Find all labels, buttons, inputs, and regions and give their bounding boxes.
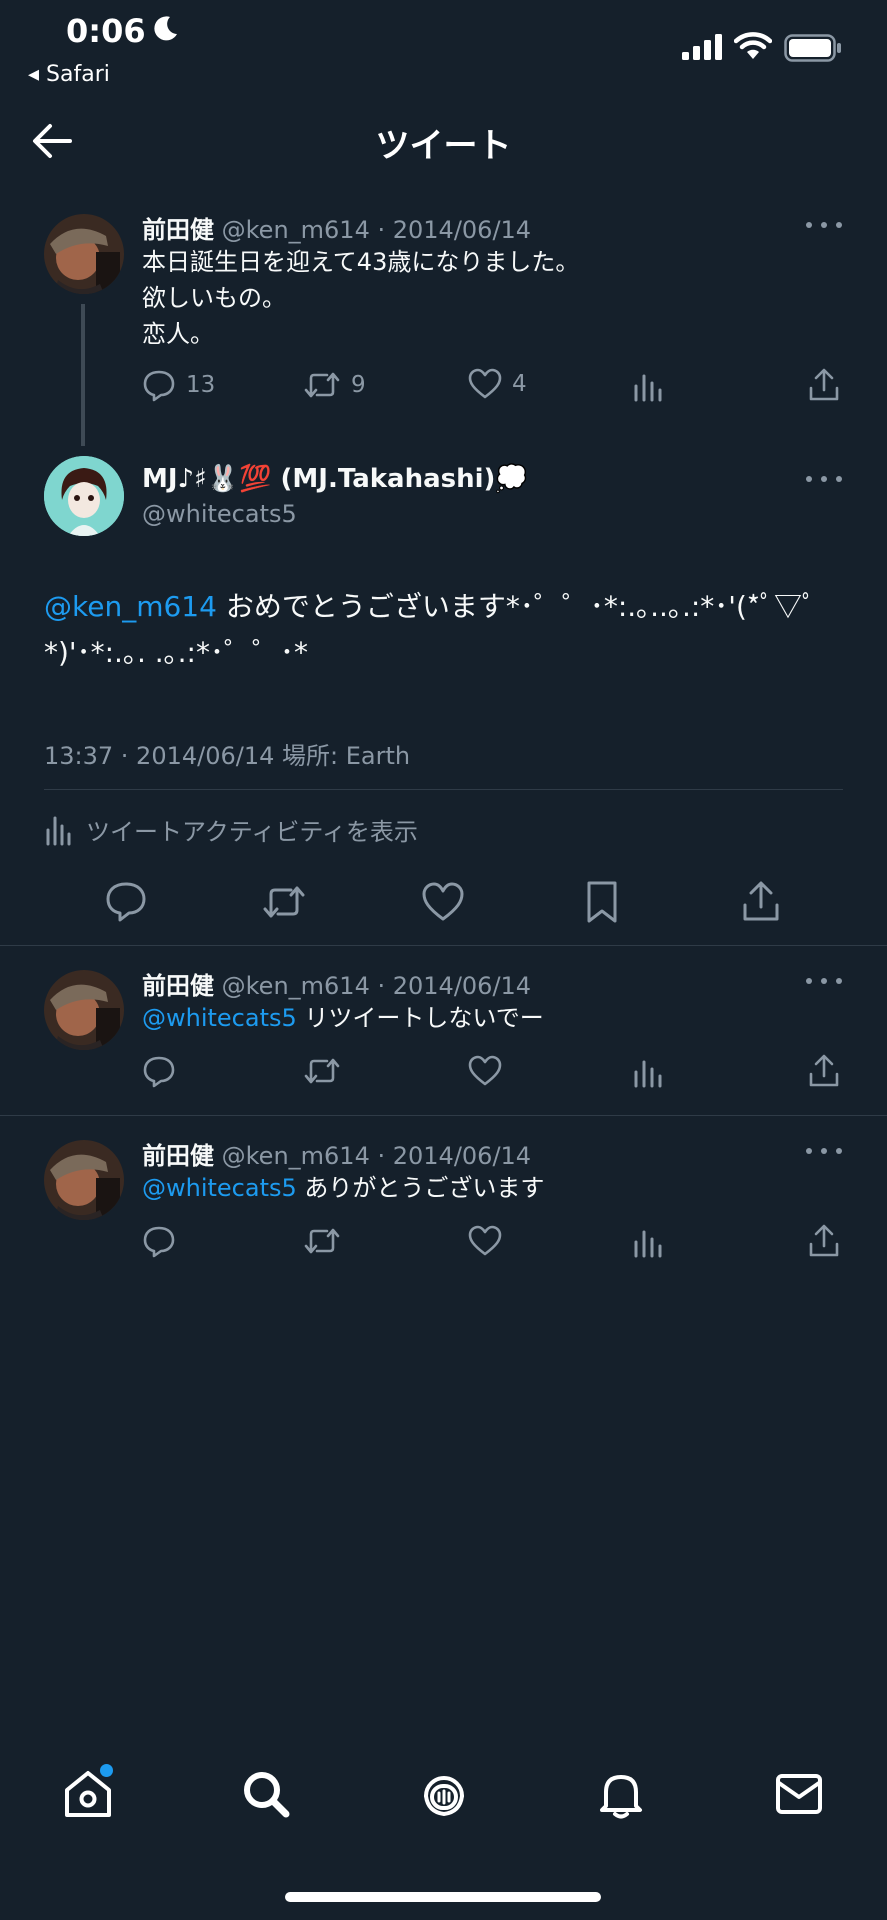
like-button[interactable]: 4	[468, 368, 527, 400]
tweet-text-line: ありがとうございます	[296, 1174, 545, 1202]
mention-link[interactable]: @whitecats5	[142, 1004, 297, 1032]
mention-link[interactable]: @whitecats5	[142, 1174, 297, 1202]
avatar[interactable]	[44, 456, 124, 536]
avatar[interactable]	[44, 1140, 124, 1220]
more-options-icon[interactable]	[806, 1145, 842, 1157]
reply-icon[interactable]	[142, 1224, 176, 1258]
author-handle[interactable]: @whitecats5	[142, 500, 297, 528]
analytics-icon[interactable]	[632, 1058, 664, 1088]
tweet-text: @whitecats5 リツイートしないでー	[142, 1000, 544, 1036]
page-title: ツイート	[375, 126, 512, 166]
retweet-icon	[304, 372, 340, 398]
reply-button[interactable]: 13	[142, 368, 215, 402]
analytics-icon[interactable]	[632, 372, 664, 402]
divider	[44, 789, 843, 790]
more-options-icon[interactable]	[806, 473, 842, 485]
back-to-safari-link[interactable]: ◂ Safari	[28, 62, 110, 87]
reply-icon[interactable]	[104, 880, 148, 922]
avatar[interactable]	[44, 970, 124, 1050]
share-icon[interactable]	[808, 1054, 840, 1088]
divider	[0, 945, 887, 946]
home-badge-dot	[100, 1764, 113, 1777]
share-icon[interactable]	[741, 880, 781, 922]
cellular-signal-icon	[682, 34, 722, 60]
more-options-icon[interactable]	[806, 219, 842, 231]
home-indicator[interactable]	[285, 1892, 601, 1902]
messages-icon[interactable]	[774, 1772, 824, 1816]
spaces-icon[interactable]	[418, 1766, 470, 1820]
heart-icon[interactable]	[468, 1225, 502, 1257]
avatar[interactable]	[44, 214, 124, 294]
more-options-icon[interactable]	[806, 975, 842, 987]
heart-icon[interactable]	[421, 882, 465, 922]
tweet-activity-link[interactable]: ツイートアクティビティを表示	[44, 812, 418, 847]
battery-icon	[784, 34, 841, 62]
author-name[interactable]: 前田健	[142, 1142, 214, 1170]
tweet-activity-label: ツイートアクティビティを表示	[86, 818, 418, 846]
retweet-icon[interactable]	[303, 1224, 341, 1258]
thread-connector-line	[81, 304, 85, 446]
heart-icon	[468, 368, 502, 399]
reply-icon[interactable]	[142, 1054, 176, 1088]
retweet-button[interactable]: 9	[303, 368, 366, 402]
retweet-icon[interactable]	[261, 882, 307, 922]
heart-icon[interactable]	[468, 1055, 502, 1087]
author-handle-date: @ken_m614 · 2014/06/14	[221, 972, 532, 1000]
search-icon[interactable]	[240, 1768, 292, 1820]
reply-icon	[143, 370, 175, 402]
share-icon[interactable]	[808, 368, 840, 402]
tweet-author-line: 前田健 @ken_m614 · 2014/06/14	[142, 1136, 531, 1171]
author-handle-date: @ken_m614 · 2014/06/14	[221, 1142, 532, 1170]
bookmark-icon[interactable]	[585, 880, 619, 924]
like-count: 4	[512, 371, 527, 397]
author-name[interactable]: 前田健	[142, 216, 214, 244]
tweet-author-line: 前田健 @ken_m614 · 2014/06/14	[142, 966, 531, 1001]
tweet-timestamp-location: 13:37 · 2014/06/14 場所: Earth	[44, 742, 411, 770]
retweet-count: 9	[351, 372, 366, 398]
tweet-text-line: *)'･*:.｡. .｡.:*･゜゜･*	[44, 636, 308, 669]
tweet-text-line: 恋人。	[142, 320, 214, 348]
tweet-author-line: 前田健 @ken_m614 · 2014/06/14	[142, 210, 531, 245]
tab-home[interactable]	[62, 1764, 114, 1820]
share-icon[interactable]	[808, 1224, 840, 1258]
main-tweet-text: @ken_m614 おめでとうございます*･゜゜･*:.｡..｡.:*･'(*ﾟ…	[44, 584, 854, 676]
tweet-text-line: おめでとうございます*･゜゜･*:.｡..｡.:*･'(*ﾟ▽ﾟ	[216, 590, 816, 623]
mention-link[interactable]: @ken_m614	[44, 590, 217, 623]
tweet-text: @whitecats5 ありがとうございます	[142, 1170, 544, 1206]
tweet-text-line: 本日誕生日を迎えて43歳になりました。	[142, 248, 580, 276]
reply-count: 13	[186, 372, 216, 398]
analytics-icon[interactable]	[632, 1228, 664, 1258]
moon-icon	[154, 16, 177, 41]
analytics-icon	[46, 816, 71, 845]
author-handle-date: @ken_m614 · 2014/06/14	[221, 216, 532, 244]
author-name[interactable]: 前田健	[142, 972, 214, 1000]
notifications-icon[interactable]	[596, 1768, 646, 1820]
tweet-text-line: 欲しいもの。	[142, 284, 286, 312]
author-name[interactable]: MJ♪♯🐰💯 (MJ.Takahashi)💭	[142, 464, 528, 494]
tweet-text-line: リツイートしないでー	[296, 1004, 544, 1032]
retweet-icon[interactable]	[303, 1054, 341, 1088]
wifi-icon	[734, 32, 772, 59]
tweet-text: 本日誕生日を迎えて43歳になりました。 欲しいもの。 恋人。	[142, 244, 579, 352]
status-time: 0:06	[66, 12, 146, 50]
divider	[0, 1115, 887, 1116]
